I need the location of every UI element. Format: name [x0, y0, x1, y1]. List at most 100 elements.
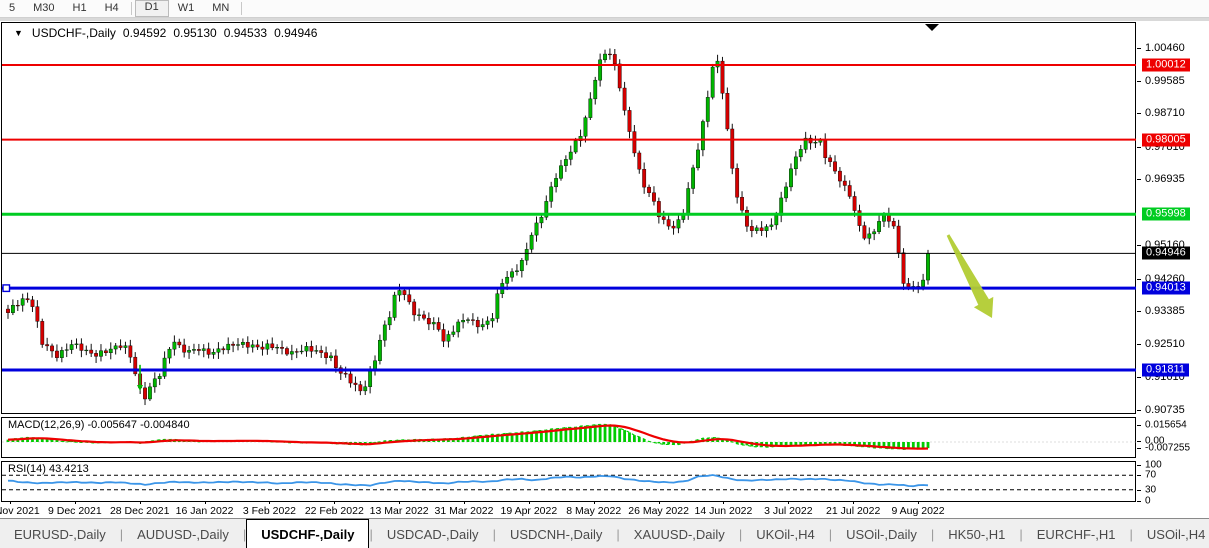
symbol-tab-usdcad[interactable]: USDCAD-,Daily	[373, 519, 493, 548]
symbol-tab-bar: EURUSD-,Daily|AUDUSD-,Daily|USDCHF-,Dail…	[0, 518, 1209, 548]
symbol-tab-usdcnh[interactable]: USDCNH-,Daily	[496, 519, 616, 548]
timeframe-button-w1[interactable]: W1	[169, 1, 204, 16]
chart-title: ▼ USDCHF-,Daily 0.94592 0.95130 0.94533 …	[14, 26, 317, 40]
date-tick-mark	[205, 501, 206, 504]
date-axis-label: 28 Dec 2021	[110, 505, 170, 517]
date-axis-label: 16 Jan 2022	[176, 505, 234, 517]
ohlc-open: 0.94592	[123, 26, 166, 40]
symbol-tab-audusd[interactable]: AUDUSD-,Daily	[123, 519, 243, 548]
axis-tick-mark	[1137, 448, 1141, 449]
date-axis-label: 26 May 2022	[628, 505, 689, 517]
timeframe-button-h4[interactable]: H4	[96, 1, 128, 16]
axis-tick-mark	[1137, 279, 1141, 280]
rsi-scale-label: 30	[1145, 484, 1156, 495]
symbol-tab-xauusd[interactable]: XAUUSD-,Daily	[620, 519, 739, 548]
date-axis-label: 14 Jun 2022	[695, 505, 753, 517]
ohlc-close: 0.94946	[274, 26, 317, 40]
macd-scale-label: 0.015654	[1145, 420, 1187, 431]
price-axis-label: 1.00460	[1145, 42, 1185, 54]
macd-indicator-label: MACD(12,26,9) -0.005647 -0.004840	[8, 419, 190, 431]
date-axis-label: 13 Mar 2022	[370, 505, 429, 517]
axis-tick-mark	[1137, 245, 1141, 246]
date-tick-mark	[464, 501, 465, 504]
rsi-scale-label: 100	[1145, 459, 1162, 470]
date-tick-mark	[659, 501, 660, 504]
timeframe-button-5[interactable]: 5	[0, 1, 24, 16]
price-axis-label: 0.92510	[1145, 338, 1185, 350]
date-axis-label: 19 Apr 2022	[501, 505, 558, 517]
timeframe-button-d1[interactable]: D1	[135, 0, 169, 17]
date-tick-mark	[269, 501, 270, 504]
date-tick-mark	[918, 501, 919, 504]
macd-scale-label: -0.007255	[1145, 443, 1190, 454]
toolbar-separator	[131, 2, 132, 15]
timeframe-button-mn[interactable]: MN	[203, 1, 238, 16]
symbol-tab-eurusd[interactable]: EURUSD-,Daily	[0, 519, 120, 548]
axis-tick-mark	[1137, 48, 1141, 49]
rsi-scale-label: 70	[1145, 470, 1156, 481]
price-axis-label: 0.90735	[1145, 404, 1185, 416]
main-price-chart[interactable]	[0, 21, 1137, 414]
price-level-tag[interactable]: 0.98005	[1142, 133, 1190, 146]
date-tick-mark	[529, 501, 530, 504]
timeframe-toolbar: 5M30H1H4 D1W1MN	[0, 0, 1209, 18]
chevron-down-icon[interactable]: ▼	[14, 28, 23, 38]
date-axis-label: 21 Nov 2021	[0, 505, 40, 517]
date-tick-mark	[334, 501, 335, 504]
toolbar-separator	[241, 2, 242, 15]
date-axis-label: 3 Jul 2022	[764, 505, 812, 517]
date-tick-mark	[75, 501, 76, 504]
price-level-tag[interactable]: 0.91811	[1142, 364, 1189, 377]
date-tick-mark	[788, 501, 789, 504]
axis-tick-mark	[1137, 465, 1141, 466]
axis-tick-mark	[1137, 475, 1141, 476]
date-axis-label: 21 Jul 2022	[826, 505, 880, 517]
date-axis-label: 9 Aug 2022	[891, 505, 944, 517]
date-axis-label: 3 Feb 2022	[243, 505, 296, 517]
price-level-tag[interactable]: 1.00012	[1142, 59, 1190, 72]
date-tick-mark	[594, 501, 595, 504]
rsi-scale-label: 0	[1145, 495, 1151, 506]
date-axis[interactable]: 21 Nov 2021 9 Dec 2021 28 Dec 2021 16 Jan 2…	[0, 503, 1137, 517]
axis-tick-mark	[1137, 501, 1141, 502]
symbol-tab-usoil[interactable]: USOil-,H4	[1133, 519, 1209, 548]
price-axis-label: 0.96935	[1145, 173, 1185, 185]
price-axis-label: 0.93385	[1145, 305, 1185, 317]
price-axis-label: 0.98710	[1145, 107, 1185, 119]
axis-tick-mark	[1137, 377, 1141, 378]
axis-tick-mark	[1137, 113, 1141, 114]
date-axis-label: 9 Dec 2021	[48, 505, 102, 517]
rsi-indicator-label: RSI(14) 43.4213	[8, 463, 89, 475]
symbol-tab-ukoil[interactable]: UKOil-,H4	[742, 519, 829, 548]
price-level-tag[interactable]: 0.95998	[1142, 208, 1190, 221]
axis-tick-mark	[1137, 441, 1141, 442]
timeframe-button-h1[interactable]: H1	[64, 1, 96, 16]
symbol-tab-usoil[interactable]: USOil-,Daily	[832, 519, 931, 548]
date-tick-mark	[853, 501, 854, 504]
price-axis[interactable]: 1.004600.995850.987100.978100.969350.951…	[1137, 21, 1209, 517]
price-level-tag[interactable]: 0.94013	[1142, 282, 1190, 295]
price-axis-label: 0.99585	[1145, 75, 1185, 87]
symbol-tab-eurchf[interactable]: EURCHF-,H1	[1023, 519, 1130, 548]
price-level-tag[interactable]: 0.94946	[1142, 247, 1190, 260]
axis-tick-mark	[1137, 179, 1141, 180]
axis-tick-mark	[1137, 311, 1141, 312]
date-tick-mark	[140, 501, 141, 504]
date-tick-mark	[399, 501, 400, 504]
axis-tick-mark	[1137, 425, 1141, 426]
axis-tick-mark	[1137, 344, 1141, 345]
date-axis-label: 8 May 2022	[566, 505, 621, 517]
date-axis-label: 22 Feb 2022	[305, 505, 364, 517]
ohlc-low: 0.94533	[224, 26, 267, 40]
symbol-tab-hk50[interactable]: HK50-,H1	[934, 519, 1019, 548]
rsi-indicator-pane[interactable]	[0, 461, 1137, 502]
trading-terminal-window: 5M30H1H4 D1W1MN ▼ USDCHF-,Daily 0.94592 0…	[0, 0, 1209, 548]
axis-tick-mark	[1137, 410, 1141, 411]
date-axis-label: 31 Mar 2022	[435, 505, 494, 517]
date-tick-mark	[723, 501, 724, 504]
chart-symbol-label: USDCHF-,Daily	[32, 26, 116, 40]
timeframe-button-m30[interactable]: M30	[24, 1, 63, 16]
axis-tick-mark	[1137, 490, 1141, 491]
date-tick-mark	[10, 501, 11, 504]
symbol-tab-usdchf[interactable]: USDCHF-,Daily	[246, 519, 369, 548]
